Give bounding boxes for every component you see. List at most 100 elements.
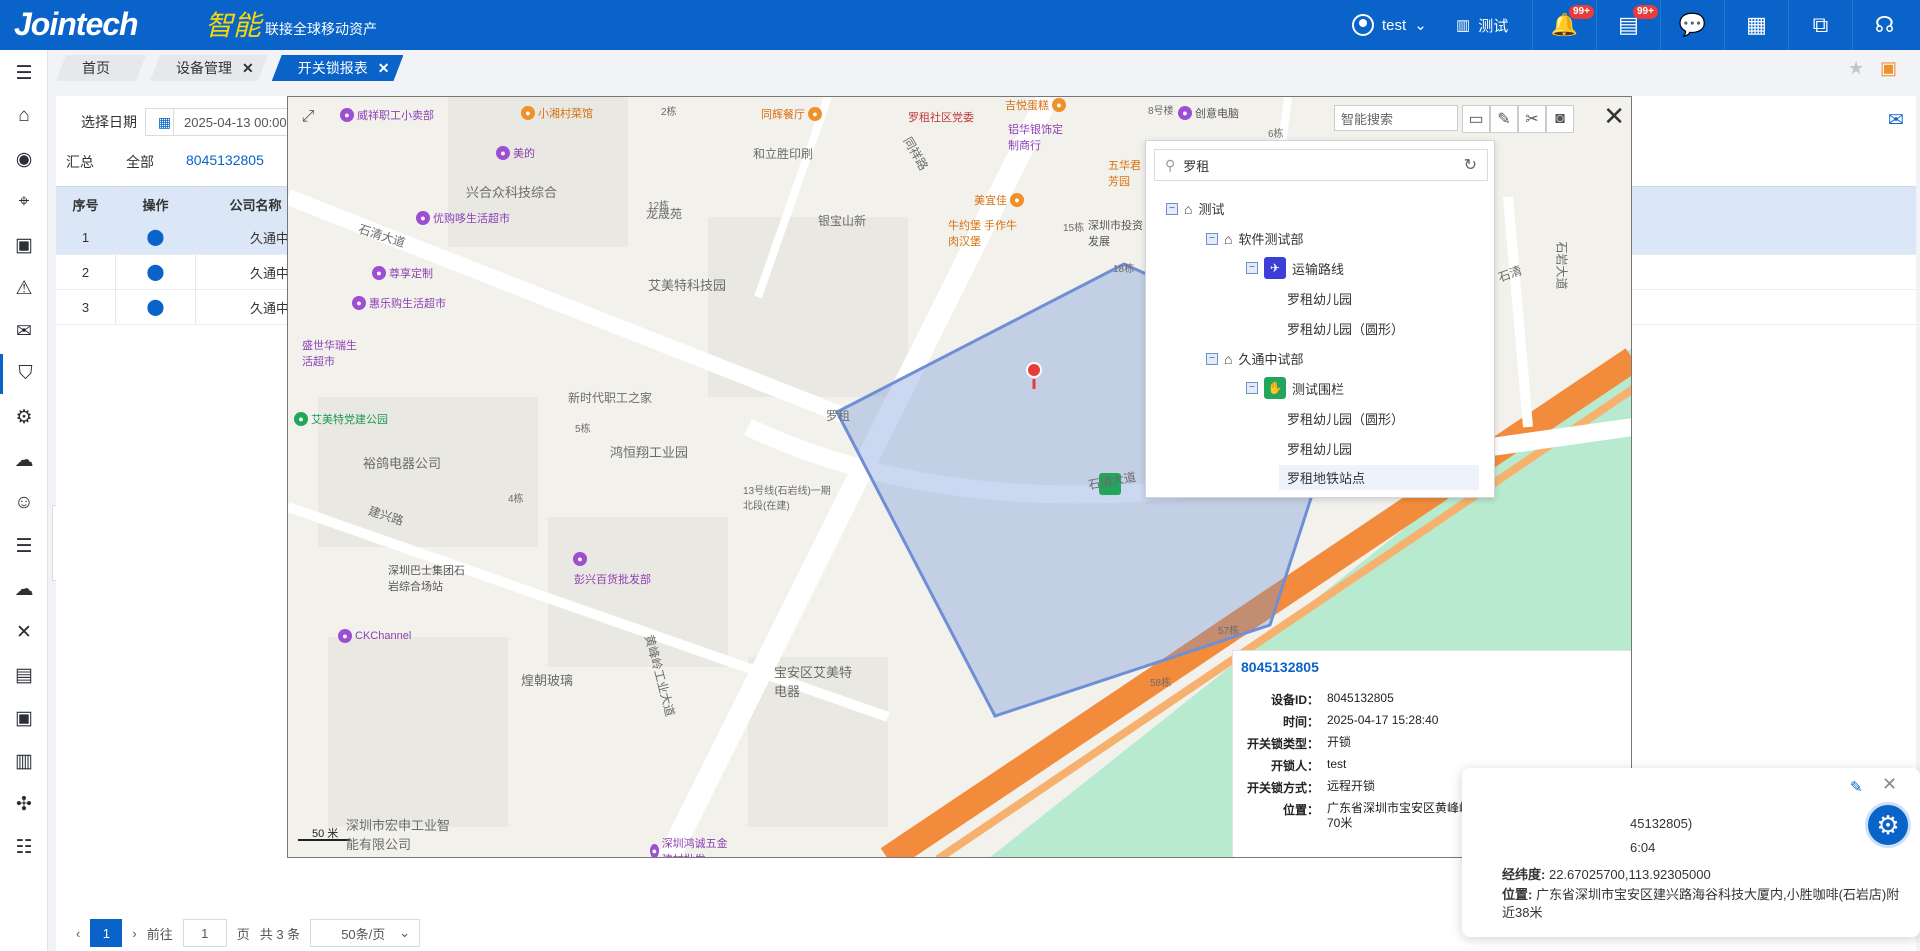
map-poi[interactable]: ● 惠乐购生活超市: [352, 295, 446, 311]
map-poi[interactable]: ● 威祥职工小卖部: [340, 107, 434, 123]
tab-device-management[interactable]: 设备管理 ✕: [150, 55, 268, 81]
collapse-icon[interactable]: −: [1246, 382, 1258, 394]
location-pin-icon[interactable]: ⬤: [116, 255, 196, 289]
org-switch[interactable]: ▥ 测试: [1456, 0, 1508, 50]
tree-node[interactable]: 罗租幼儿园: [1287, 289, 1352, 308]
goto-page-input[interactable]: 1: [182, 919, 227, 947]
tree-node[interactable]: 罗租幼儿园: [1287, 439, 1352, 458]
measure-icon[interactable]: ✎: [1490, 105, 1518, 133]
tree-node[interactable]: − ✋ 测试围栏: [1246, 377, 1344, 399]
map-poi[interactable]: ● 艾美特党建公园: [294, 411, 388, 427]
user-menu[interactable]: test ⌄: [1352, 0, 1427, 50]
database-icon[interactable]: ☷: [0, 827, 48, 867]
close-icon[interactable]: ✕: [242, 60, 254, 77]
map-poi[interactable]: ● 美的: [496, 145, 535, 161]
map-poi[interactable]: ● 优购哆生活超市: [416, 210, 510, 226]
vehicle-icon[interactable]: ▣: [0, 225, 48, 265]
map-poi[interactable]: 美宜佳 ●: [974, 192, 1024, 208]
star-icon[interactable]: ★: [1848, 58, 1864, 79]
map-poi[interactable]: ● CKChannel: [338, 629, 411, 643]
close-icon[interactable]: ✕: [1882, 774, 1897, 795]
map-poi[interactable]: ● 尊享定制: [372, 265, 433, 281]
close-icon[interactable]: ✕: [378, 60, 390, 77]
location-pin-icon[interactable]: ⬤: [116, 290, 196, 324]
current-page[interactable]: 1: [90, 919, 123, 947]
location-pin-icon[interactable]: ⬤: [116, 220, 196, 254]
map-poi[interactable]: 罗租社区党委: [908, 109, 974, 125]
clear-icon[interactable]: ✂: [1518, 105, 1546, 133]
tools-icon[interactable]: ✕: [0, 612, 48, 652]
camera-icon[interactable]: ◙: [1546, 105, 1574, 133]
close-icon[interactable]: ✕: [1603, 103, 1625, 129]
select-area-icon[interactable]: ▭: [1462, 105, 1490, 133]
settings-icon[interactable]: ⚙: [0, 397, 48, 437]
map-poi[interactable]: ●: [573, 552, 587, 566]
home-icon[interactable]: ⌂: [0, 96, 48, 136]
map-poi[interactable]: 彭兴百货批发部: [574, 571, 651, 587]
message-list-icon[interactable]: ▤ 99+: [1596, 0, 1660, 50]
tree-node[interactable]: − ⌂ 久通中试部: [1206, 349, 1303, 368]
map-poi[interactable]: 盛世华瑞生活超市: [302, 337, 362, 369]
sub-tab-summary[interactable]: 汇总: [66, 152, 94, 172]
tree-node[interactable]: 罗租幼儿园（圆形）: [1287, 319, 1404, 338]
tab-lock-report[interactable]: 开关锁报表 ✕: [272, 55, 404, 81]
prev-page-icon[interactable]: ‹: [76, 926, 80, 941]
clipboard-icon[interactable]: ▤: [0, 655, 48, 695]
edit-icon[interactable]: ✎: [1850, 778, 1863, 796]
map-poi[interactable]: 同辉餐厅 ●: [761, 106, 822, 122]
cloud-upload-icon[interactable]: ☁: [0, 569, 48, 609]
layers-icon[interactable]: ☰: [0, 526, 48, 566]
tree-node[interactable]: − ⌂ 软件测试部: [1206, 229, 1303, 248]
monitor-icon[interactable]: ◉: [0, 139, 48, 179]
map-poi[interactable]: ●深圳鸿诚五金建材批发: [650, 835, 730, 857]
cloud-icon[interactable]: ☁: [0, 440, 48, 480]
map-smart-search[interactable]: 智能搜索: [1334, 105, 1458, 131]
sub-tab-device[interactable]: 8045132805: [186, 152, 264, 172]
gear-icon[interactable]: ⚙: [1865, 802, 1911, 848]
collapse-icon[interactable]: −: [1166, 202, 1178, 215]
tree-node[interactable]: 罗租幼儿园（圆形）: [1287, 409, 1404, 428]
train-icon[interactable]: ▥: [0, 741, 48, 781]
pagination: ‹ 1 › 前往 1 页 共 3 条 50条/页 ⌄: [76, 919, 421, 947]
tree-node[interactable]: − ⌂ 测试: [1166, 199, 1224, 218]
tree-node[interactable]: 罗租地铁站点: [1279, 465, 1479, 490]
map-poi[interactable]: 牛约堡 手作牛肉汉堡: [948, 217, 1028, 249]
tab-home[interactable]: 首页: [56, 55, 146, 81]
collapse-icon[interactable]: −: [1246, 262, 1258, 274]
tree-node-label: 运输路线: [1292, 261, 1345, 277]
user-settings-icon[interactable]: ☺: [0, 483, 48, 523]
chip-icon[interactable]: ▣: [0, 698, 48, 738]
date-range-input[interactable]: ▦ 2025-04-13 00:00:0: [145, 108, 305, 136]
collapse-icon[interactable]: −: [1206, 232, 1218, 245]
fence-search-input[interactable]: ⚲ 罗租 ↻: [1154, 149, 1488, 181]
chat-icon[interactable]: 💬: [1660, 0, 1724, 50]
mail-notify-icon[interactable]: ✉: [1872, 100, 1920, 140]
alarm-icon[interactable]: ⚠: [0, 268, 48, 308]
restaurant-icon: ●: [521, 106, 535, 120]
lock-report-icon[interactable]: ⛉: [0, 354, 48, 394]
page-size-select[interactable]: 50条/页 ⌄: [310, 919, 421, 947]
headset-icon[interactable]: ☊: [1852, 0, 1916, 50]
menu-icon[interactable]: ☰: [0, 53, 48, 93]
map-poi[interactable]: ● 小湘村菜馆: [521, 105, 593, 121]
fullscreen-icon[interactable]: ⤢: [294, 103, 322, 131]
calendar-icon[interactable]: ▦: [1724, 0, 1788, 50]
map-poi[interactable]: 深圳市投资发展: [1088, 217, 1144, 249]
plugin-icon[interactable]: ⧉: [1788, 0, 1852, 50]
collapse-icon[interactable]: −: [1206, 352, 1218, 365]
mail-icon[interactable]: ✉: [0, 311, 48, 351]
map-poi[interactable]: 五华君芳园: [1108, 157, 1148, 189]
bell-icon[interactable]: 🔔 99+: [1532, 0, 1596, 50]
jointech-logo[interactable]: Jointech: [14, 6, 139, 43]
gift-icon[interactable]: ▣: [1880, 58, 1897, 79]
map-poi[interactable]: 吉悦蛋糕 ●: [1005, 97, 1066, 113]
refresh-icon[interactable]: ↻: [1464, 155, 1477, 175]
next-page-icon[interactable]: ›: [132, 926, 136, 941]
map-poi[interactable]: 铝华银饰定制商行: [1008, 121, 1068, 153]
map-poi[interactable]: 深圳巴士集团石岩综合场站: [388, 562, 468, 594]
sub-tab-all[interactable]: 全部: [126, 152, 154, 172]
track-icon[interactable]: ⌖: [0, 182, 48, 222]
map-poi[interactable]: ● 创意电脑: [1178, 105, 1239, 121]
network-icon[interactable]: ✣: [0, 784, 48, 824]
tree-node[interactable]: − ✈ 运输路线: [1246, 257, 1344, 279]
